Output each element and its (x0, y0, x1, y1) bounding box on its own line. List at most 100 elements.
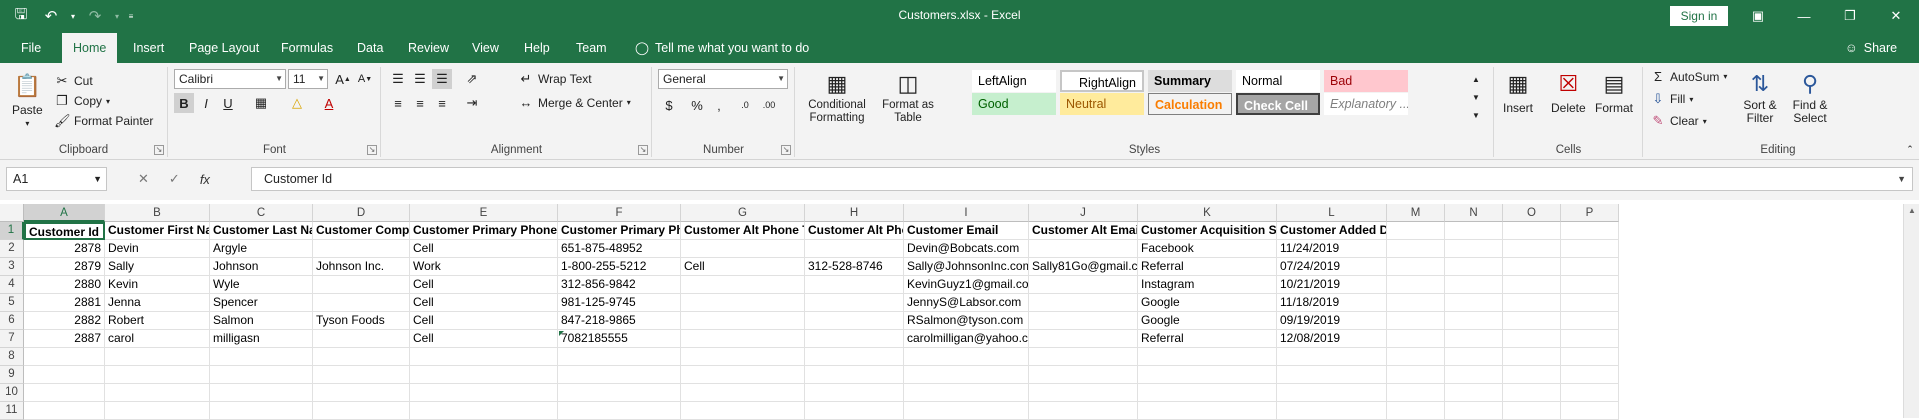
cell-p4[interactable] (1561, 276, 1619, 294)
comma-icon[interactable]: ‚ (709, 95, 729, 115)
cell-g5[interactable] (681, 294, 805, 312)
row-header-11[interactable]: 11 (0, 402, 24, 420)
cell-m7[interactable] (1387, 330, 1445, 348)
row-header-3[interactable]: 3 (0, 258, 24, 276)
align-bottom-icon[interactable]: ☰ (432, 69, 452, 89)
bold-icon[interactable]: B (174, 93, 194, 113)
cell-n2[interactable] (1445, 240, 1503, 258)
cell-f3[interactable]: 1-800-255-5212 (558, 258, 681, 276)
cell-g7[interactable] (681, 330, 805, 348)
fill-button[interactable]: ⇩ Fill ▾ (1650, 91, 1694, 107)
cell-k4[interactable]: Instagram (1138, 276, 1277, 294)
number-format-select[interactable]: General ▼ (658, 69, 788, 89)
font-color-icon[interactable]: A (319, 93, 339, 113)
cell-a2[interactable]: 2878 (24, 240, 105, 258)
cell-f4[interactable]: 312-856-9842 (558, 276, 681, 294)
tab-insert[interactable]: Insert (122, 33, 175, 63)
cell-k7[interactable]: Referral (1138, 330, 1277, 348)
cell-l2[interactable]: 11/24/2019 (1277, 240, 1387, 258)
cell-m9[interactable] (1387, 366, 1445, 384)
column-header-o[interactable]: O (1503, 204, 1561, 222)
cell-g10[interactable] (681, 384, 805, 402)
column-header-k[interactable]: K (1138, 204, 1277, 222)
cell-d4[interactable] (313, 276, 410, 294)
dialog-launcher-icon[interactable]: ↘ (638, 145, 648, 155)
cell-m5[interactable] (1387, 294, 1445, 312)
cell-o1[interactable] (1503, 222, 1561, 240)
column-header-j[interactable]: J (1029, 204, 1138, 222)
collapse-ribbon-icon[interactable]: ⌃ (1900, 139, 1919, 159)
cell-m10[interactable] (1387, 384, 1445, 402)
select-all-corner[interactable] (0, 204, 24, 222)
column-header-e[interactable]: E (410, 204, 558, 222)
cell-h7[interactable] (805, 330, 904, 348)
sort-filter-button[interactable]: ⇅ Sort & Filter (1740, 69, 1780, 125)
cell-i5[interactable]: JennyS@Labsor.com (904, 294, 1029, 312)
align-right-icon[interactable]: ≡ (432, 93, 452, 113)
cell-n6[interactable] (1445, 312, 1503, 330)
cell-d10[interactable] (313, 384, 410, 402)
cell-j1[interactable]: Customer Alt Email (1029, 222, 1138, 240)
column-header-a[interactable]: A (24, 204, 105, 222)
italic-icon[interactable]: I (196, 93, 216, 113)
cell-d6[interactable]: Tyson Foods (313, 312, 410, 330)
cell-p3[interactable] (1561, 258, 1619, 276)
name-box[interactable]: A1 ▼ (6, 167, 107, 191)
column-header-d[interactable]: D (313, 204, 410, 222)
row-header-8[interactable]: 8 (0, 348, 24, 366)
cell-k8[interactable] (1138, 348, 1277, 366)
cell-h5[interactable] (805, 294, 904, 312)
cell-o9[interactable] (1503, 366, 1561, 384)
cell-e11[interactable] (410, 402, 558, 420)
cell-i6[interactable]: RSalmon@tyson.com (904, 312, 1029, 330)
cell-style-check-cell[interactable]: Check Cell (1236, 93, 1320, 115)
cell-c9[interactable] (210, 366, 313, 384)
row-header-9[interactable]: 9 (0, 366, 24, 384)
format-painter-button[interactable]: 🖌 Format Painter (54, 113, 153, 129)
tab-review[interactable]: Review (397, 33, 460, 63)
cell-g11[interactable] (681, 402, 805, 420)
cell-b2[interactable]: Devin (105, 240, 210, 258)
cell-o8[interactable] (1503, 348, 1561, 366)
cell-a6[interactable]: 2882 (24, 312, 105, 330)
cell-j7[interactable] (1029, 330, 1138, 348)
cell-style-leftalign[interactable]: LeftAlign (972, 70, 1056, 92)
increase-font-icon[interactable]: A ▲ (333, 69, 353, 89)
cell-g6[interactable] (681, 312, 805, 330)
cell-i2[interactable]: Devin@Bobcats.com (904, 240, 1029, 258)
align-left-icon[interactable]: ≡ (388, 93, 408, 113)
cell-f9[interactable] (558, 366, 681, 384)
align-center-icon[interactable]: ≡ (410, 93, 430, 113)
cell-i3[interactable]: Sally@JohnsonInc.com (904, 258, 1029, 276)
cell-o6[interactable] (1503, 312, 1561, 330)
cell-c2[interactable]: Argyle (210, 240, 313, 258)
font-name-select[interactable]: Calibri ▼ (174, 69, 286, 89)
cell-a5[interactable]: 2881 (24, 294, 105, 312)
align-middle-icon[interactable]: ☰ (410, 69, 430, 89)
cell-c1[interactable]: Customer Last Name (210, 222, 313, 240)
decrease-font-icon[interactable]: A ▼ (355, 69, 375, 89)
cell-l6[interactable]: 09/19/2019 (1277, 312, 1387, 330)
cell-i9[interactable] (904, 366, 1029, 384)
cell-a9[interactable] (24, 366, 105, 384)
cell-i4[interactable]: KevinGuyz1@gmail.com (904, 276, 1029, 294)
cell-k9[interactable] (1138, 366, 1277, 384)
cell-h10[interactable] (805, 384, 904, 402)
cell-m6[interactable] (1387, 312, 1445, 330)
gallery-up-icon[interactable]: ▲ (1466, 69, 1486, 89)
cell-b6[interactable]: Robert (105, 312, 210, 330)
insert-function-icon[interactable]: fx (200, 172, 210, 187)
cell-e6[interactable]: Cell (410, 312, 558, 330)
cell-o11[interactable] (1503, 402, 1561, 420)
cell-a1[interactable]: Customer Id (24, 222, 105, 240)
underline-icon[interactable]: U (218, 93, 238, 113)
gallery-more-icon[interactable]: ▼ (1466, 105, 1486, 125)
cell-p8[interactable] (1561, 348, 1619, 366)
cell-h4[interactable] (805, 276, 904, 294)
cell-o5[interactable] (1503, 294, 1561, 312)
cell-m8[interactable] (1387, 348, 1445, 366)
gallery-down-icon[interactable]: ▼ (1466, 87, 1486, 107)
expand-formula-icon[interactable]: ▼ (1897, 168, 1906, 190)
find-select-button[interactable]: ⚲ Find & Select (1788, 69, 1832, 125)
cell-f2[interactable]: 651-875-48952 (558, 240, 681, 258)
